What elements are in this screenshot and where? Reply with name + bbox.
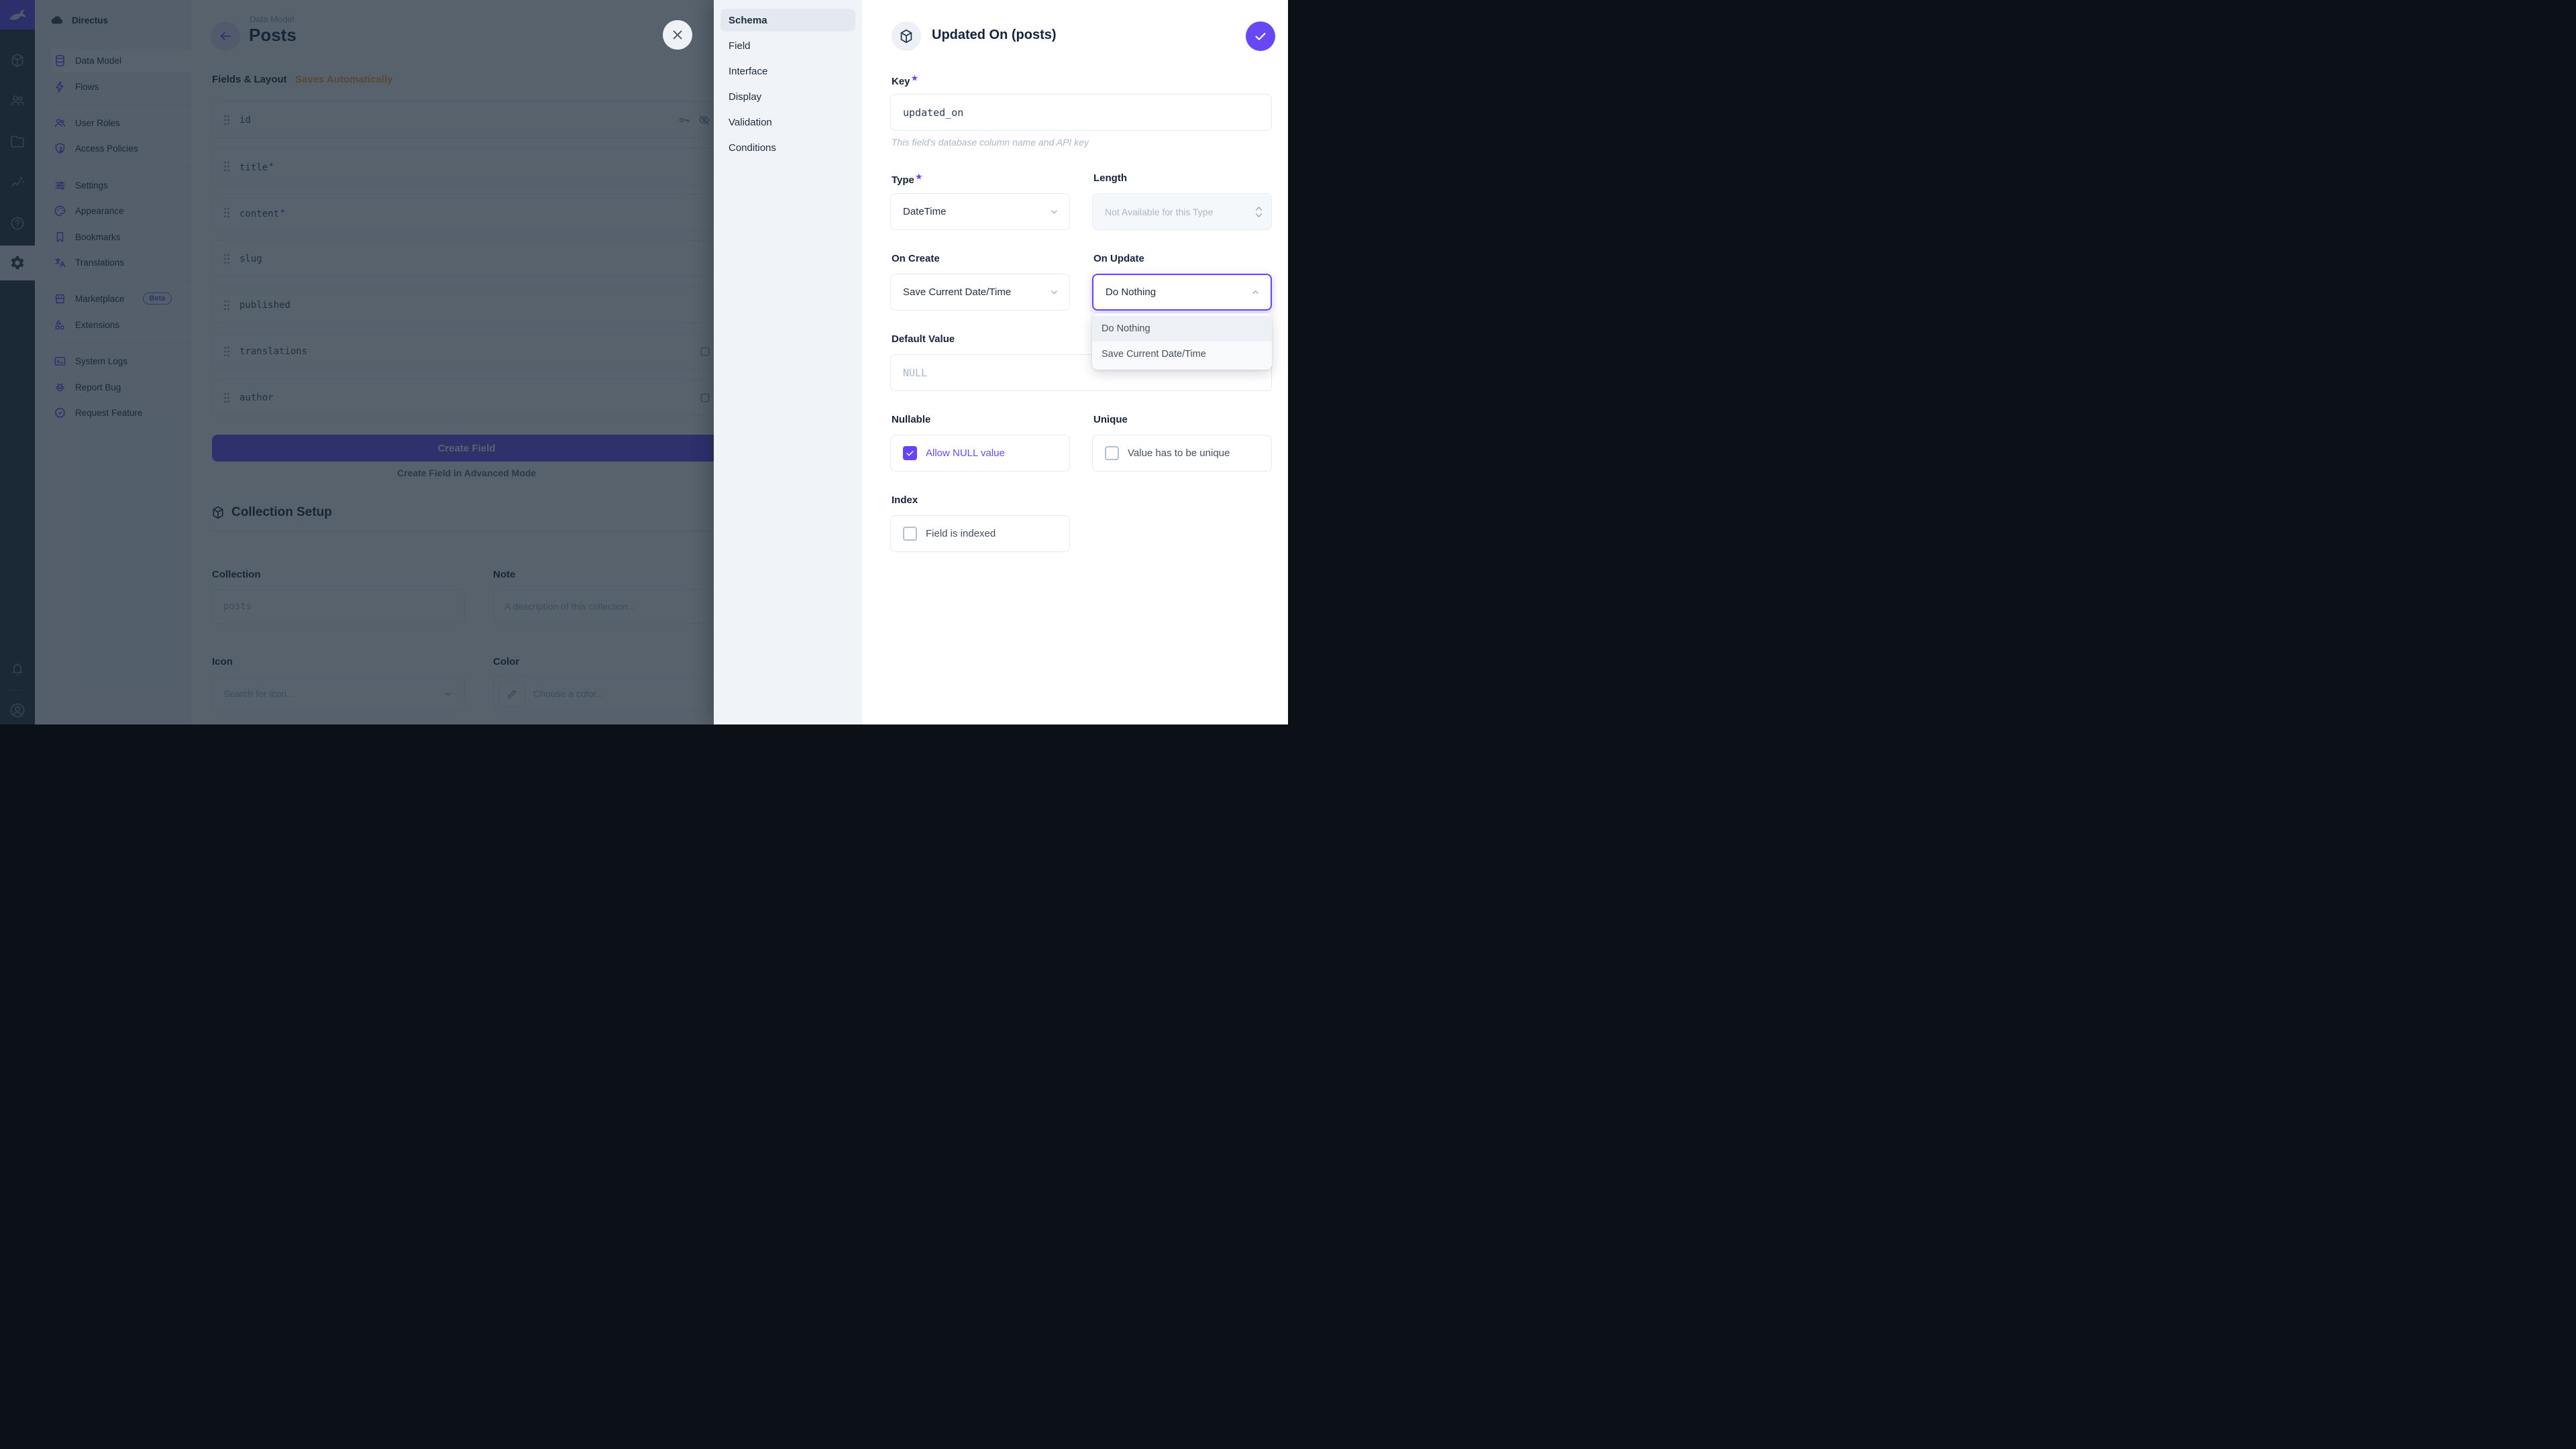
on-create-select-value: Save Current Date/Time [903, 286, 1011, 298]
nullable-label: Nullable [892, 414, 930, 425]
key-input[interactable] [903, 95, 1259, 130]
stepper-buttons [1254, 205, 1263, 219]
index-label: Index [892, 494, 918, 506]
key-helper-text: This field's database column name and AP… [892, 137, 1089, 148]
unique-checkbox-label[interactable]: Value has to be unique [1128, 447, 1230, 459]
stepper-down-icon [1254, 213, 1263, 219]
on-create-label: On Create [892, 253, 940, 264]
on-update-select-value: Do Nothing [1106, 286, 1156, 298]
length-input-wrap [1092, 193, 1272, 230]
on-create-select[interactable]: Save Current Date/Time [890, 274, 1070, 311]
on-update-label: On Update [1093, 253, 1144, 264]
on-update-select[interactable]: Do Nothing [1092, 274, 1272, 311]
key-label: Key [892, 74, 918, 87]
directus-app: Directus Data Model Flows User Roles Acc… [0, 0, 1288, 724]
menu-option-do-nothing[interactable]: Do Nothing [1092, 316, 1272, 341]
tab-conditions[interactable]: Conditions [720, 136, 855, 159]
tab-field[interactable]: Field [720, 34, 855, 57]
save-button[interactable] [1246, 21, 1275, 51]
length-label: Length [1093, 172, 1127, 184]
drawer-title-badge [892, 21, 921, 51]
nullable-checkbox[interactable] [903, 446, 917, 460]
check-icon [905, 448, 915, 458]
chevron-down-icon [1049, 286, 1060, 298]
required-star [916, 173, 922, 181]
cube-icon [898, 28, 914, 44]
menu-option-save-current-datetime[interactable]: Save Current Date/Time [1092, 341, 1272, 367]
chevron-up-icon [1250, 286, 1261, 298]
check-icon [1253, 29, 1268, 44]
on-update-dropdown-menu: Do Nothing Save Current Date/Time [1092, 313, 1272, 370]
drawer-title: Updated On (posts) [932, 28, 1057, 43]
length-input [1105, 194, 1254, 229]
nullable-checkbox-row: Allow NULL value [890, 435, 1070, 472]
unique-checkbox[interactable] [1105, 446, 1119, 460]
close-icon [670, 28, 685, 42]
type-select-value: DateTime [903, 206, 946, 217]
close-drawer-button[interactable] [663, 20, 692, 50]
default-value-label: Default Value [892, 333, 955, 345]
tab-display[interactable]: Display [720, 85, 855, 108]
drawer-scrim[interactable] [0, 0, 714, 724]
type-label: Type [892, 172, 922, 186]
index-checkbox-label[interactable]: Field is indexed [926, 528, 996, 539]
tab-validation[interactable]: Validation [720, 111, 855, 133]
required-star [912, 74, 918, 83]
stepper-up-icon [1254, 205, 1263, 211]
drawer-tab-list: Schema Field Interface Display Validatio… [714, 0, 862, 724]
key-input-wrap [890, 94, 1272, 131]
index-checkbox-row: Field is indexed [890, 515, 1070, 552]
unique-checkbox-row: Value has to be unique [1092, 435, 1272, 472]
type-select[interactable]: DateTime [890, 193, 1070, 230]
tab-interface[interactable]: Interface [720, 60, 855, 83]
unique-label: Unique [1093, 414, 1128, 425]
nullable-checkbox-label[interactable]: Allow NULL value [926, 447, 1005, 459]
chevron-down-icon [1049, 206, 1060, 217]
index-checkbox[interactable] [903, 527, 917, 541]
field-detail-drawer: Updated On (posts) Key This field's data… [862, 0, 1288, 724]
tab-schema[interactable]: Schema [720, 9, 855, 32]
